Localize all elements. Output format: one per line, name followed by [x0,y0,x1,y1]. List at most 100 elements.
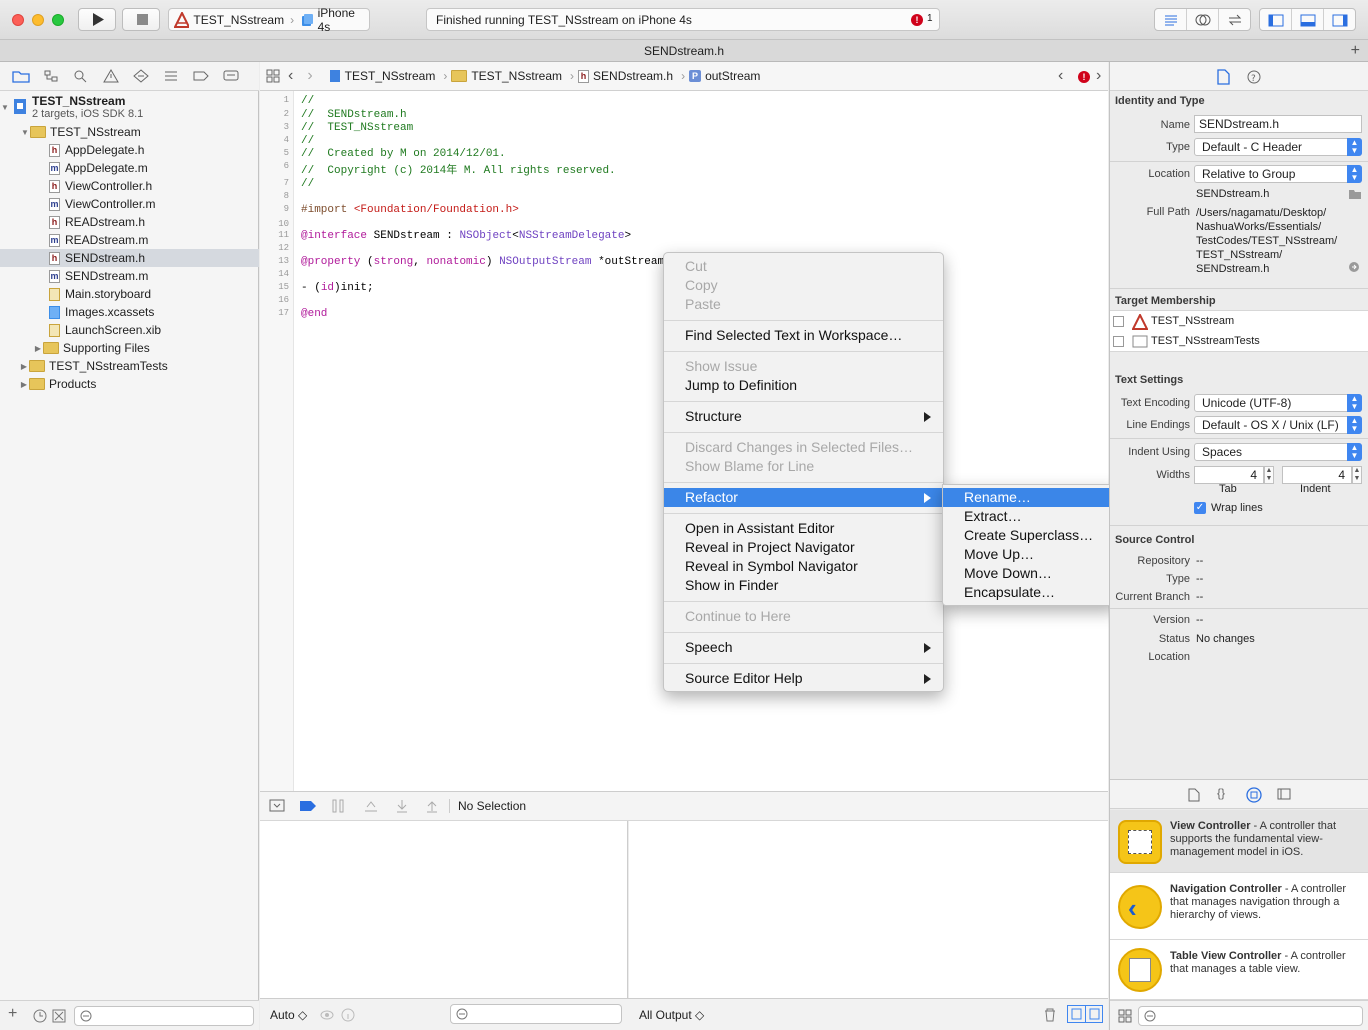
scheme-selector[interactable]: TEST_NSstream › iPhone 4s [168,6,370,34]
recent-clock-icon[interactable] [33,1009,47,1023]
navigator-toggle-icon[interactable] [1260,9,1292,30]
menu-item-encapsulate[interactable]: Encapsulate… [943,583,1117,602]
menu-item-reveal-project[interactable]: Reveal in Project Navigator [664,538,943,557]
disclosure-open-icon[interactable]: ▼ [0,103,10,112]
menu-item-move-up[interactable]: Move Up… [943,545,1117,564]
encoding-select[interactable]: Unicode (UTF-8) ▲ ▼ [1194,394,1362,412]
crumb-project[interactable]: TEST_NSstream [329,69,435,83]
split-view-control[interactable] [1067,1005,1103,1023]
media-library-icon[interactable] [1277,788,1291,800]
menu-item-show-finder[interactable]: Show in Finder [664,576,943,595]
crumb-symbol[interactable]: P outStream [689,69,760,83]
supporting-files-item[interactable]: ▶ Supporting Files [0,339,259,357]
menu-item-refactor[interactable]: Refactor [664,488,943,507]
hide-debug-area-icon[interactable] [269,799,285,813]
disclosure-open-icon[interactable]: ▼ [20,128,30,137]
tab-width-stepper[interactable]: ▲ ▼ [1264,466,1274,484]
menu-item-speech[interactable]: Speech [664,638,943,657]
search-icon[interactable] [72,69,90,83]
step-out-icon[interactable] [425,799,439,813]
file-item[interactable]: h ViewController.h [0,177,259,195]
breakpoints-toggle-icon[interactable] [299,800,317,812]
project-root-item[interactable]: ▼ TEST_NSstream 2 targets, iOS SDK 8.1 [0,92,259,122]
step-over-icon[interactable] [363,799,379,813]
file-item[interactable]: m AppDelegate.m [0,159,259,177]
menu-item-move-down[interactable]: Move Down… [943,564,1117,583]
crumb-group[interactable]: TEST_NSstream [451,69,562,83]
error-count[interactable]: 1 [927,13,933,24]
indent-width-stepper[interactable]: ▲ ▼ [1352,466,1362,484]
file-item[interactable]: m READstream.m [0,231,259,249]
menu-item-source-editor-help[interactable]: Source Editor Help [664,669,943,688]
group-item[interactable]: ▼ TEST_NSstream [0,123,259,141]
file-item[interactable]: h AppDelegate.h [0,141,259,159]
standard-editor-icon[interactable] [1155,9,1187,30]
file-item[interactable]: h SENDstream.h [0,249,259,267]
file-item[interactable]: Images.xcassets [0,303,259,321]
add-icon[interactable]: + [8,1005,17,1023]
version-editor-icon[interactable] [1219,9,1250,30]
location-select[interactable]: Relative to Group ▲ ▼ [1194,165,1362,183]
reveal-in-finder-icon[interactable] [1348,261,1360,273]
previous-issue-icon[interactable]: ‹ [1058,67,1063,85]
file-template-icon[interactable] [1188,788,1200,802]
report-bubble-icon[interactable] [222,69,240,83]
console-output-select[interactable]: All Output ◇ [639,1008,704,1022]
menu-item-structure[interactable]: Structure [664,407,943,426]
menu-item-discard-changes[interactable]: Discard Changes in Selected Files… [664,438,943,457]
console-view[interactable] [629,821,1108,998]
library-item[interactable]: View Controller - A controller that supp… [1110,810,1368,873]
quick-help-icon[interactable]: ? [1247,70,1261,84]
step-into-icon[interactable] [395,799,409,813]
issue-warning-icon[interactable] [102,69,120,83]
pause-icon[interactable] [331,799,345,813]
debug-area-toggle-icon[interactable] [1292,9,1324,30]
project-folder-icon[interactable] [12,69,30,83]
crumb-file[interactable]: h SENDstream.h [578,69,673,83]
menu-item-rename[interactable]: Rename… [943,488,1117,507]
library-item[interactable]: ‹ Navigation Controller - A controller th… [1110,873,1368,940]
new-tab-icon[interactable]: + [1351,40,1360,62]
menu-item-jump-to-definition[interactable]: Jump to Definition [664,376,943,395]
indent-width-field[interactable]: 4 [1282,466,1352,484]
menu-item-find-selected[interactable]: Find Selected Text in Workspace… [664,326,943,345]
debug-lines-icon[interactable] [162,69,180,83]
tab-sendstream-h[interactable]: SENDstream.h [644,44,724,58]
file-item[interactable]: h READstream.h [0,213,259,231]
disclosure-closed-icon[interactable]: ▶ [19,380,29,389]
minimize-window-button[interactable] [32,14,44,26]
variables-view[interactable] [260,821,628,998]
stop-button[interactable] [122,8,160,31]
menu-item-reveal-symbol[interactable]: Reveal in Symbol Navigator [664,557,943,576]
error-icon[interactable]: ! [911,14,923,26]
tests-group-item[interactable]: ▶ TEST_NSstreamTests [0,357,259,375]
variables-filter-input[interactable] [450,1004,622,1024]
choose-folder-icon[interactable] [1348,188,1362,200]
line-endings-select[interactable]: Default - OS X / Unix (LF) ▲ ▼ [1194,416,1362,434]
next-issue-icon[interactable]: › [1096,67,1101,85]
target-checkbox[interactable] [1113,336,1124,347]
breakpoint-icon[interactable] [192,69,210,83]
menu-item-paste[interactable]: Paste [664,295,943,314]
disclosure-closed-icon[interactable]: ▶ [19,362,29,371]
assistant-editor-icon[interactable] [1187,9,1219,30]
menu-item-open-assistant[interactable]: Open in Assistant Editor [664,519,943,538]
file-item[interactable]: m SENDstream.m [0,267,259,285]
close-window-button[interactable] [12,14,24,26]
variables-only-icon[interactable] [1068,1006,1086,1022]
eye-icon[interactable] [320,1008,334,1022]
target-checkbox[interactable] [1113,316,1124,327]
symbol-navigator-icon[interactable] [42,69,60,83]
menu-item-create-superclass[interactable]: Create Superclass… [943,526,1117,545]
products-group-item[interactable]: ▶ Products [0,375,259,393]
variables-scope-select[interactable]: Auto ◇ [270,1008,307,1022]
indent-using-select[interactable]: Spaces ▲ ▼ [1194,443,1362,461]
console-only-icon[interactable] [1086,1006,1103,1022]
file-inspector-icon[interactable] [1216,69,1230,85]
run-button[interactable] [78,8,116,31]
file-type-select[interactable]: Default - C Header ▲ ▼ [1194,138,1362,156]
editor-mode-control[interactable] [1154,8,1251,31]
back-arrow-icon[interactable]: ‹ [288,67,293,85]
file-item[interactable]: LaunchScreen.xib [0,321,259,339]
forward-arrow-icon[interactable]: › [307,67,312,85]
